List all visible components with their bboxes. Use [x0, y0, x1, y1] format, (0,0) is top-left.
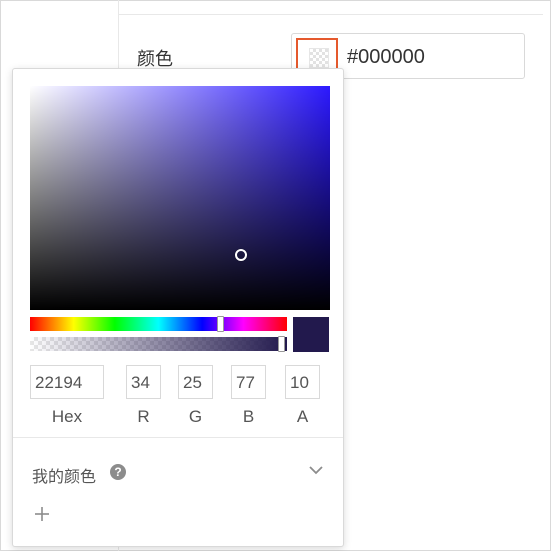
help-icon[interactable]: ? [110, 464, 126, 480]
saturation-pointer[interactable] [235, 249, 247, 261]
b-input[interactable]: 77 [231, 365, 266, 399]
color-preview-swatch [293, 317, 329, 352]
hex-input-label: Hex [51, 407, 83, 426]
transparent-checker-icon [309, 48, 329, 68]
hue-slider-thumb[interactable] [217, 316, 224, 332]
chevron-down-icon[interactable] [307, 463, 325, 477]
a-input[interactable]: 10 [285, 365, 320, 399]
a-input-label: A [296, 407, 309, 426]
plus-icon[interactable] [33, 505, 51, 523]
color-picker-popover: 22194 Hex 34 R 25 G 77 B 10 A 我的颜色 ? [12, 68, 344, 547]
alpha-slider[interactable] [30, 336, 287, 352]
b-input-label: B [242, 407, 255, 426]
alpha-slider-thumb[interactable] [278, 336, 285, 352]
my-colors-label: 我的颜色 [32, 467, 97, 486]
saturation-area[interactable] [30, 86, 330, 310]
picker-divider [13, 437, 343, 438]
color-inputs-row: 22194 Hex 34 R 25 G 77 B 10 A [13, 365, 343, 435]
g-input-label: G [188, 407, 203, 426]
r-input-label: R [137, 407, 150, 426]
r-input[interactable]: 34 [126, 365, 161, 399]
hex-input[interactable]: 22194 [30, 365, 104, 399]
g-input[interactable]: 25 [178, 365, 213, 399]
row-divider [119, 14, 543, 15]
hue-slider[interactable] [30, 316, 287, 332]
color-hex-value[interactable]: #000000 [347, 46, 425, 69]
